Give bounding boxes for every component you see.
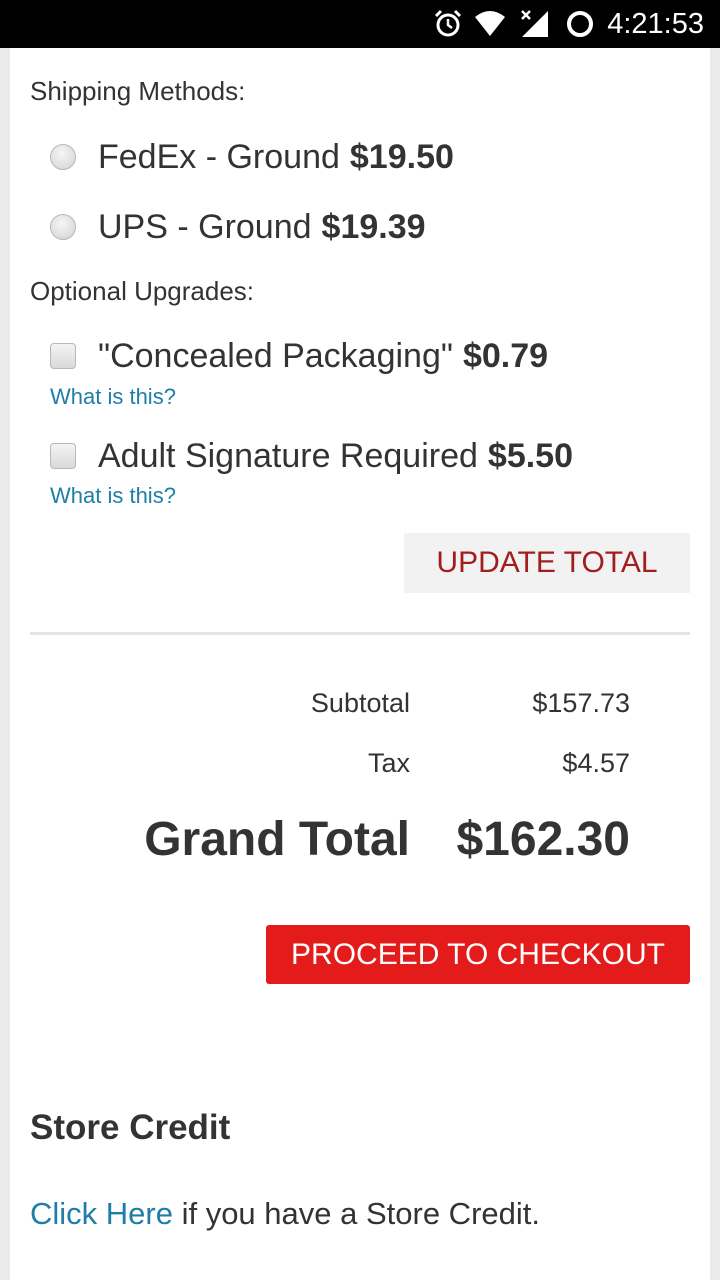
tax-label: Tax (367, 748, 410, 778)
wifi-icon (475, 11, 505, 36)
sync-icon (567, 11, 593, 37)
upgrade-option-name: Adult Signature Required (98, 436, 478, 475)
status-bar: 4:21:53 (0, 0, 720, 48)
click-here-link[interactable]: Click Here (30, 1196, 173, 1231)
proceed-to-checkout-button[interactable]: PROCEED TO CHECKOUT (266, 925, 690, 984)
grand-total-value: $162.30 (456, 813, 630, 866)
shipping-option-name: UPS - Ground (98, 207, 312, 246)
divider (30, 632, 690, 635)
upgrade-option-adult-signature[interactable]: Adult Signature Required $5.50 (50, 434, 573, 478)
what-is-this-link-packaging[interactable]: What is this? (50, 384, 176, 410)
cart-page: Shipping Methods: FedEx - Ground $19.50 … (10, 48, 710, 1280)
alarm-icon (434, 9, 462, 37)
shipping-option-ups[interactable]: UPS - Ground $19.39 (50, 205, 426, 249)
checkbox[interactable] (50, 443, 76, 469)
store-credit-description: if you have a Store Credit. (172, 1196, 540, 1231)
upgrade-option-name: "Concealed Packaging" (98, 336, 453, 375)
optional-upgrades-label: Optional Upgrades: (30, 276, 255, 306)
store-credit-text: Click Here if you have a Store Credit. (30, 1196, 540, 1232)
checkbox[interactable] (50, 343, 76, 369)
upgrade-option-concealed-packaging[interactable]: "Concealed Packaging" $0.79 (50, 334, 548, 378)
clock: 4:21:53 (607, 8, 704, 40)
radio-button[interactable] (50, 214, 76, 240)
shipping-option-name: FedEx - Ground (98, 137, 340, 176)
upgrade-option-price: $0.79 (462, 336, 549, 375)
shipping-option-fedex[interactable]: FedEx - Ground $19.50 (50, 135, 454, 179)
upgrade-option-price: $5.50 (487, 436, 574, 475)
shipping-option-price: $19.50 (349, 137, 454, 176)
shipping-option-price: $19.39 (321, 207, 426, 246)
store-credit-heading: Store Credit (30, 1108, 231, 1147)
grand-total-label: Grand Total (144, 813, 410, 866)
tax-value: $4.57 (562, 748, 630, 778)
subtotal-label: Subtotal (310, 688, 410, 718)
subtotal-value: $157.73 (532, 688, 630, 718)
shipping-methods-label: Shipping Methods: (30, 76, 246, 106)
update-total-button[interactable]: UPDATE TOTAL (404, 533, 690, 593)
radio-button[interactable] (50, 144, 76, 170)
what-is-this-link-signature[interactable]: What is this? (50, 483, 176, 509)
signal-icon (521, 10, 548, 37)
